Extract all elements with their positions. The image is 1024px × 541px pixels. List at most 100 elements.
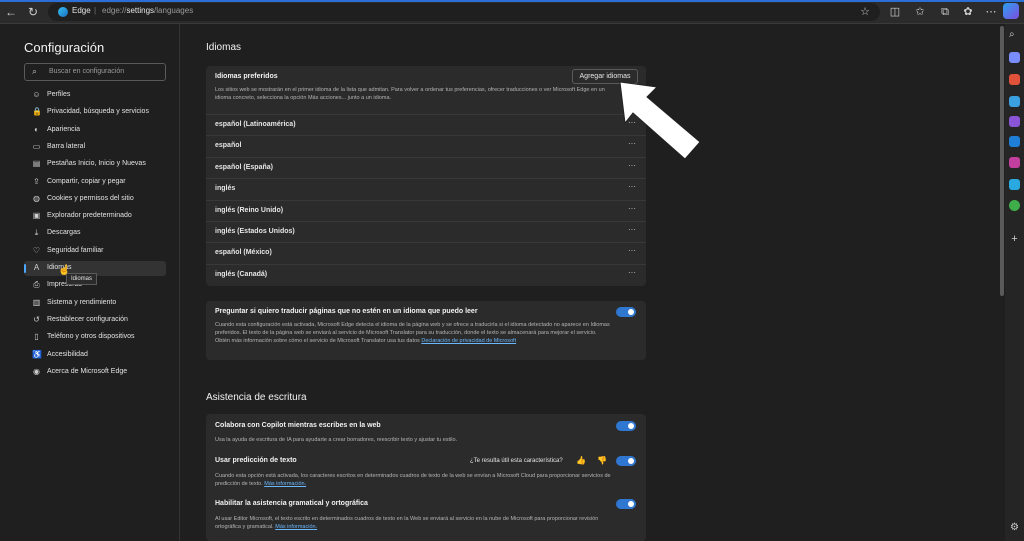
sidebar-item-label: Compartir, copiar y pegar bbox=[47, 177, 126, 185]
refresh-icon[interactable]: ↻ bbox=[26, 5, 40, 19]
sidebar-item-perfiles[interactable]: ☺ Perfiles bbox=[24, 88, 166, 103]
more-actions-icon[interactable]: ··· bbox=[628, 225, 636, 234]
language-row: español (México) ··· bbox=[206, 242, 646, 263]
profile-icon: ☺ bbox=[32, 90, 41, 99]
grammar-assist-description: Al usar Editor Microsoft, el texto escri… bbox=[215, 516, 599, 530]
address-bar[interactable]: Edge | edge://settings/languages ☆ bbox=[48, 3, 880, 21]
language-row: español ··· bbox=[206, 135, 646, 156]
language-row: español (España) ··· bbox=[206, 156, 646, 178]
settings-gear-icon[interactable]: ⚙ bbox=[1009, 522, 1020, 533]
url-text[interactable]: edge://settings/languages bbox=[102, 6, 193, 15]
browser-brand: Edge bbox=[72, 6, 91, 15]
sidebar-item-label: Explorador predeterminado bbox=[47, 212, 132, 220]
sidebar-item-label: Teléfono y otros dispositivos bbox=[47, 333, 135, 341]
copilot-app-icon[interactable] bbox=[1009, 116, 1020, 127]
language-name: español (España) bbox=[215, 163, 273, 171]
extension-icon[interactable]: ✿ bbox=[961, 5, 975, 19]
games-icon[interactable] bbox=[1009, 96, 1020, 107]
language-name: inglés bbox=[215, 185, 236, 193]
sidebar-item-accesibilidad[interactable]: ♿ Accesibilidad bbox=[24, 348, 166, 363]
edge-icon: ◉ bbox=[33, 366, 40, 376]
sidebar-item-label: Privacidad, búsqueda y servicios bbox=[47, 108, 149, 116]
favorite-star-icon[interactable]: ☆ bbox=[858, 5, 872, 19]
sidebar-item-apariencia[interactable]: ◐ Apariencia bbox=[24, 123, 166, 138]
sidebar-item-sistema-y-rendimiento[interactable]: ▥ Sistema y rendimiento bbox=[24, 296, 166, 311]
thumbs-up-icon[interactable]: 👍 bbox=[576, 456, 586, 465]
tree-icon[interactable] bbox=[1009, 200, 1020, 211]
translate-description: Cuando esta configuración está activada,… bbox=[215, 322, 610, 344]
settings-search-input[interactable]: ⌕ Buscar en configuración bbox=[24, 63, 166, 81]
scrollbar-thumb[interactable] bbox=[1000, 26, 1004, 296]
share-icon: ⇪ bbox=[33, 176, 40, 186]
mouse-cursor-icon: ☝ bbox=[58, 265, 71, 276]
phone-icon: ▯ bbox=[34, 332, 39, 342]
shopping-icon[interactable] bbox=[1009, 52, 1020, 63]
settings-title: Configuración bbox=[24, 40, 105, 55]
language-row: inglés (Canadá) ··· bbox=[206, 263, 646, 285]
more-actions-icon[interactable]: ··· bbox=[628, 204, 636, 213]
sidebar-item-privacidad-b-squeda-y-servicios[interactable]: 🔒 Privacidad, búsqueda y servicios bbox=[24, 105, 166, 120]
translate-card: Preguntar si quiero traducir páginas que… bbox=[206, 301, 646, 360]
active-indicator bbox=[24, 264, 26, 273]
sidebar-item-label: Apariencia bbox=[47, 125, 81, 133]
grammar-assist-toggle[interactable] bbox=[616, 499, 636, 509]
thumbs-down-icon[interactable]: 👎 bbox=[597, 456, 607, 465]
copilot-writing-toggle[interactable] bbox=[616, 421, 636, 431]
sidebar-item-label: Perfiles bbox=[47, 91, 71, 98]
translate-title: Preguntar si quiero traducir páginas que… bbox=[215, 308, 478, 315]
sidebar-item-restablecer-configuraci-n[interactable]: ↺ Restablecer configuración bbox=[24, 313, 166, 328]
search-icon[interactable]: ⌕ bbox=[1009, 29, 1020, 40]
translate-toggle[interactable] bbox=[616, 307, 636, 317]
more-actions-icon[interactable]: ··· bbox=[628, 268, 636, 277]
add-icon[interactable]: + bbox=[1009, 234, 1020, 245]
search-placeholder: Buscar en configuración bbox=[49, 68, 125, 75]
drop-icon[interactable] bbox=[1009, 179, 1020, 190]
lock-icon: 🔒 bbox=[32, 107, 42, 117]
reset-icon: ↺ bbox=[33, 314, 40, 324]
more-menu-icon[interactable]: ⋯ bbox=[984, 5, 998, 19]
sidebar-item-barra-lateral[interactable]: ▭ Barra lateral bbox=[24, 140, 166, 155]
grammar-more-info-link[interactable]: Más información. bbox=[275, 524, 317, 530]
sidebar-item-explorador-predeterminado[interactable]: ▣ Explorador predeterminado bbox=[24, 209, 166, 224]
designer-icon[interactable] bbox=[1009, 157, 1020, 168]
edge-logo-icon bbox=[58, 7, 68, 17]
edge-sidebar-rail: ⌕ + ⚙ bbox=[1005, 24, 1024, 541]
language-row: inglés ··· bbox=[206, 178, 646, 199]
preferred-languages-card: Idiomas preferidos Agregar idiomas Los s… bbox=[206, 66, 646, 286]
prediction-more-info-link[interactable]: Más información. bbox=[264, 481, 306, 487]
annotation-arrow-icon bbox=[619, 81, 701, 160]
text-prediction-toggle[interactable] bbox=[616, 456, 636, 466]
sidebar-item-label: Descargas bbox=[47, 229, 81, 237]
text-prediction-title: Usar predicción de texto bbox=[215, 457, 297, 464]
sidebar-item-label: Sistema y rendimiento bbox=[47, 298, 117, 306]
tabs-icon: ▤ bbox=[32, 159, 41, 169]
palette-icon: ◐ bbox=[34, 124, 39, 134]
tooltip: Idiomas bbox=[66, 273, 98, 285]
sidebar-item-label: Cookies y permisos del sitio bbox=[47, 194, 134, 202]
language-name: español (México) bbox=[215, 249, 272, 257]
more-actions-icon[interactable]: ··· bbox=[628, 246, 636, 255]
sidebar-item-acerca-de-microsoft-edge[interactable]: ◉ Acerca de Microsoft Edge bbox=[24, 365, 166, 380]
more-actions-icon[interactable]: ··· bbox=[628, 182, 636, 191]
sidebar-item-pesta-as-inicio-inicio-y-nuevas[interactable]: ▤ Pestañas Inicio, Inicio y Nuevas bbox=[24, 157, 166, 172]
feedback-question: ¿Te resulta útil esta característica? bbox=[470, 458, 563, 464]
copilot-icon[interactable] bbox=[1003, 3, 1019, 19]
collections-icon[interactable]: ⧉ bbox=[938, 5, 952, 19]
language-name: español bbox=[215, 142, 242, 150]
toolbox-icon[interactable] bbox=[1009, 74, 1020, 85]
sidebar-item-tel-fono-y-otros-dispositivos[interactable]: ▯ Teléfono y otros dispositivos bbox=[24, 330, 166, 345]
browser-toolbar: ← ↻ Edge | edge://settings/languages ☆ ◫… bbox=[0, 0, 1024, 24]
favorites-icon[interactable]: ✩ bbox=[913, 5, 927, 19]
sidebar-item-label: Accesibilidad bbox=[47, 350, 88, 358]
sidebar-item-cookies-y-permisos-del-sitio[interactable]: ◍ Cookies y permisos del sitio bbox=[24, 192, 166, 207]
sidebar-icon: ▭ bbox=[32, 141, 41, 151]
sidebar-item-descargas[interactable]: ⤓ Descargas bbox=[24, 226, 166, 241]
sidebar-item-seguridad-familiar[interactable]: ♡ Seguridad familiar bbox=[24, 244, 166, 259]
url-separator: | bbox=[94, 6, 97, 15]
split-screen-icon[interactable]: ◫ bbox=[888, 5, 902, 19]
outlook-icon[interactable] bbox=[1009, 136, 1020, 147]
privacy-statement-link[interactable]: Declaración de privacidad de Microsoft bbox=[421, 338, 516, 344]
sidebar-item-compartir-copiar-y-pegar[interactable]: ⇪ Compartir, copiar y pegar bbox=[24, 175, 166, 190]
copilot-writing-description: Usa la ayuda de escritura de IA para ayu… bbox=[215, 437, 458, 443]
back-arrow-icon[interactable]: ← bbox=[4, 5, 18, 19]
